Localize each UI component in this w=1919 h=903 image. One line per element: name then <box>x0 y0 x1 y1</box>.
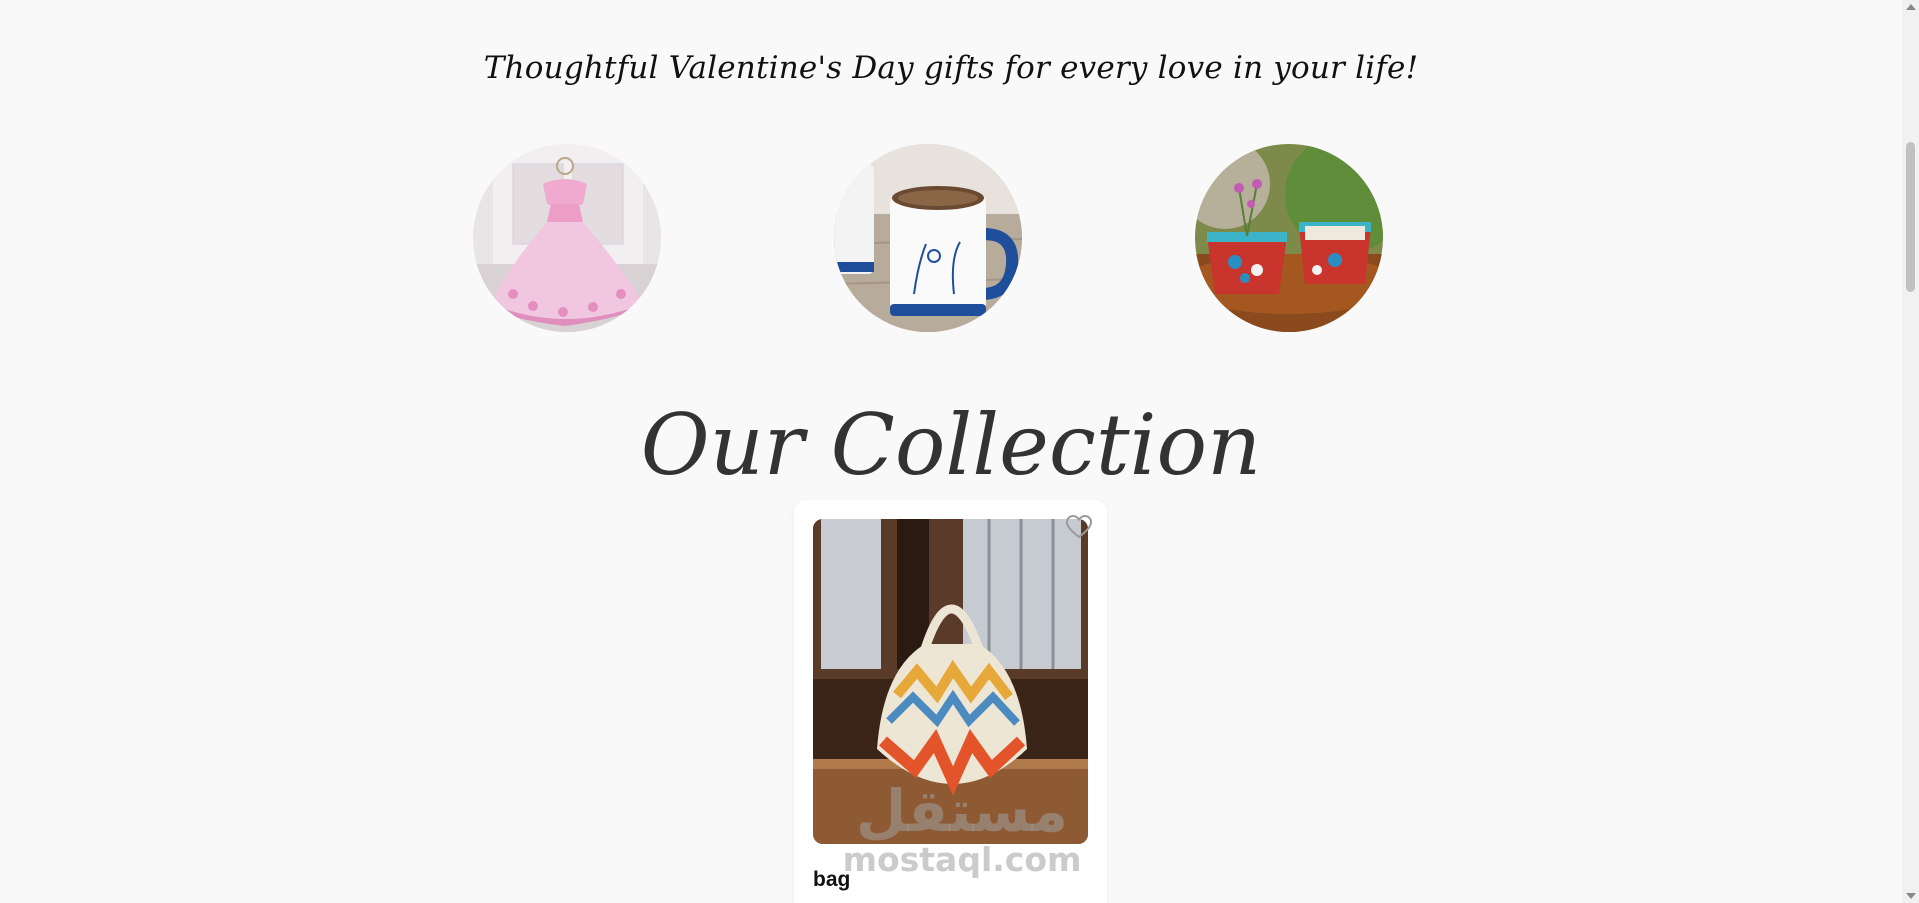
pink-dress-image <box>473 144 661 332</box>
tagline: Thoughtful Valentine's Day gifts for eve… <box>483 50 1419 86</box>
product-card[interactable]: bag <box>794 500 1107 903</box>
collection-title: Our Collection <box>640 396 1262 494</box>
scroll-thumb[interactable] <box>1906 142 1915 292</box>
heart-icon[interactable] <box>1066 515 1092 539</box>
page: Thoughtful Valentine's Day gifts for eve… <box>0 0 1919 903</box>
gift-circle-dress[interactable] <box>473 144 661 332</box>
product-name[interactable]: bag <box>813 868 850 892</box>
gift-circle-pots[interactable] <box>1195 144 1383 332</box>
product-image[interactable] <box>813 519 1088 844</box>
gift-circle-mug[interactable] <box>834 144 1022 332</box>
vertical-scrollbar[interactable] <box>1902 0 1919 903</box>
red-flower-pots-image <box>1195 144 1383 332</box>
scroll-down-arrow-icon[interactable] <box>1906 893 1916 899</box>
blue-white-mug-image <box>834 144 1022 332</box>
scroll-up-arrow-icon[interactable] <box>1906 4 1916 10</box>
crochet-bag-image <box>813 519 1088 844</box>
